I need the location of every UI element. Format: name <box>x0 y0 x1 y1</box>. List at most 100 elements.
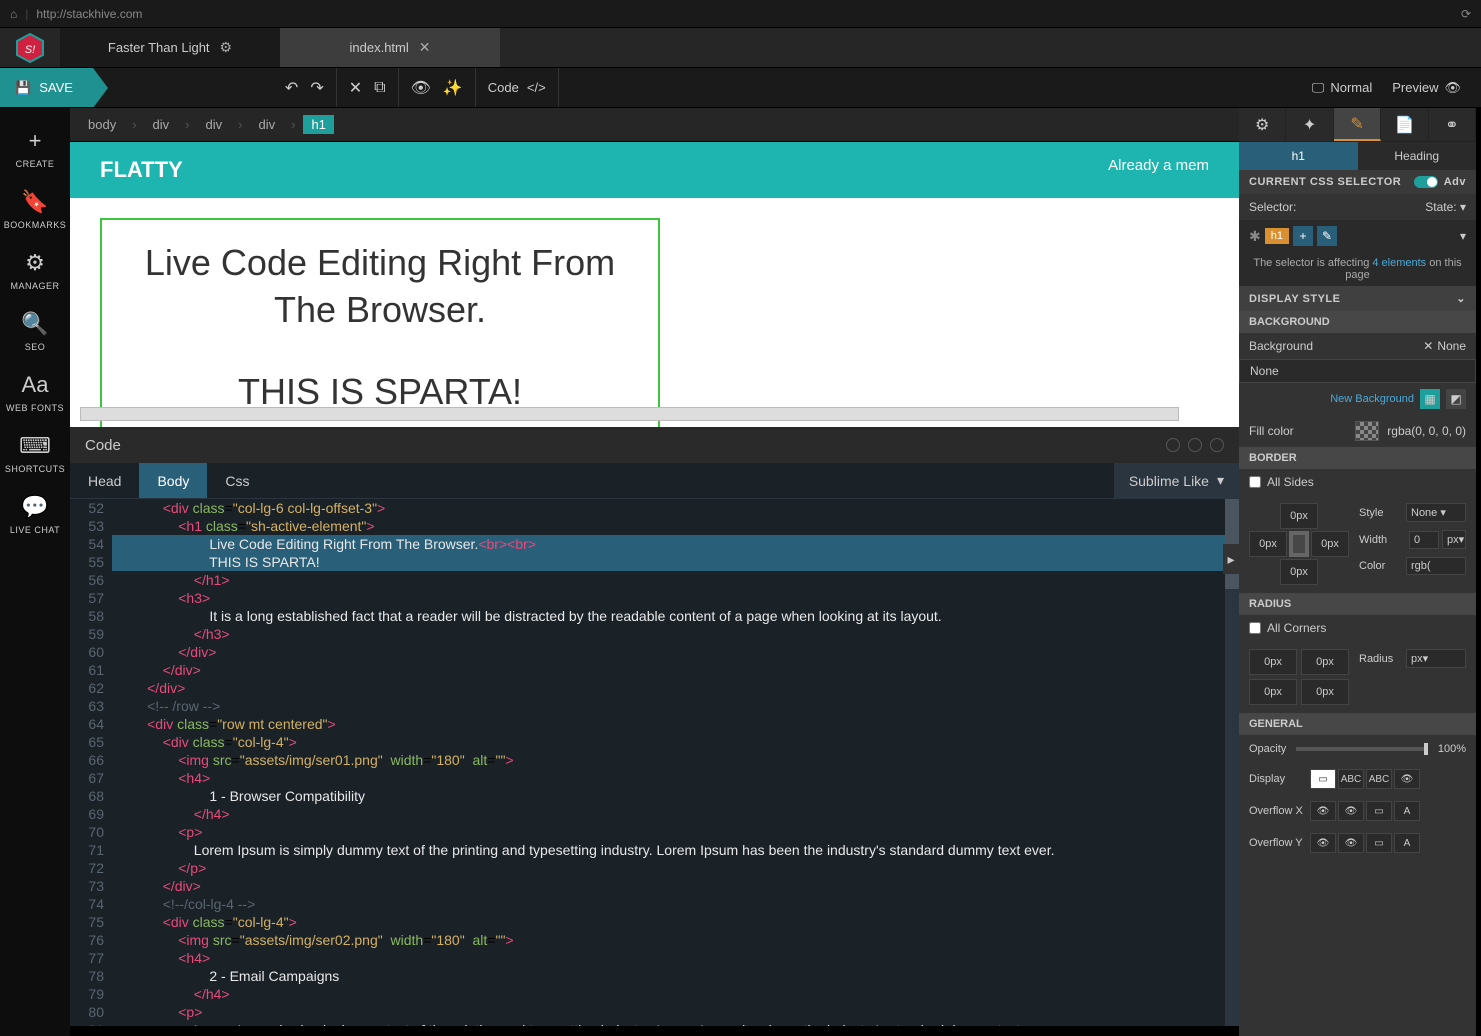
display-opts-opt-1[interactable]: ABC <box>1338 769 1364 789</box>
sidebar-item-web-fonts[interactable]: AaWEB FONTS <box>6 372 64 413</box>
border-bottom[interactable]: 0px <box>1280 559 1318 585</box>
chevron-down-icon[interactable]: ▾ <box>1460 229 1466 243</box>
collapse-arrow-icon[interactable]: ▸ <box>1223 544 1239 574</box>
border-top[interactable]: 0px <box>1280 503 1318 529</box>
border-width-input[interactable]: 0 <box>1409 531 1439 549</box>
adv-toggle[interactable] <box>1414 176 1438 188</box>
bg-mode-2-icon[interactable]: ◩ <box>1446 389 1466 409</box>
sidebar-item-seo[interactable]: 🔍SEO <box>21 311 48 352</box>
star-icon[interactable]: ✱ <box>1249 228 1261 245</box>
code-tabs: HeadBodyCss Sublime Like ▾ <box>70 463 1239 499</box>
sidebar-item-shortcuts[interactable]: ⌨SHORTCUTS <box>5 433 65 474</box>
border-right[interactable]: 0px <box>1311 531 1349 557</box>
selector-chip[interactable]: h1 <box>1265 228 1289 244</box>
all-sides-checkbox[interactable]: All Sides <box>1239 469 1476 495</box>
all-corners-checkbox[interactable]: All Corners <box>1239 615 1476 641</box>
file-tab[interactable]: index.html ✕ <box>280 28 500 67</box>
overflowx-opts-opt-3[interactable]: A <box>1394 801 1420 821</box>
project-tab[interactable]: Faster Than Light ⚙ <box>60 28 280 67</box>
code-editor[interactable]: 5253545556575859606162636465666768697071… <box>70 499 1239 1026</box>
color-swatch[interactable] <box>1355 421 1379 441</box>
sidebar-item-live-chat[interactable]: 💬LIVE CHAT <box>10 494 60 535</box>
copy-icon[interactable]: ⧉ <box>374 79 385 97</box>
border-center[interactable] <box>1289 531 1309 557</box>
affected-elements-link[interactable]: 4 elements <box>1372 257 1426 269</box>
close-pane-icon[interactable] <box>1210 438 1224 452</box>
radius-br[interactable]: 0px <box>1301 679 1349 705</box>
maximize-icon[interactable] <box>1188 438 1202 452</box>
radius-bl[interactable]: 0px <box>1249 679 1297 705</box>
breadcrumb-body[interactable]: body <box>80 115 124 134</box>
radius-corner-selector[interactable]: 0px 0px 0px 0px <box>1249 649 1349 705</box>
code-tab-css[interactable]: Css <box>207 463 267 498</box>
tabs-row: S! Faster Than Light ⚙ index.html ✕ <box>0 28 1481 68</box>
delete-icon[interactable]: ✕ <box>349 78 362 98</box>
sidebar-item-bookmarks[interactable]: 🔖BOOKMARKS <box>4 189 67 230</box>
edit-selector-button[interactable]: ✎ <box>1317 226 1337 246</box>
selected-h1-element[interactable]: Live Code Editing Right From The Browser… <box>100 218 660 427</box>
radius-unit[interactable]: px▾ <box>1406 649 1466 668</box>
overflowy-opts-opt-2[interactable]: ▭ <box>1366 833 1392 853</box>
code-scrollbar[interactable] <box>1225 499 1239 1026</box>
normal-mode-button[interactable]: 🖵 Normal <box>1312 80 1372 96</box>
breadcrumb-div[interactable]: div <box>145 115 178 134</box>
overflowx-opts-opt-0[interactable]: 👁 <box>1310 801 1336 821</box>
undo-icon[interactable]: ↶ <box>285 78 298 98</box>
settings-tab-icon[interactable]: ⚙ <box>1239 108 1286 141</box>
border-left[interactable]: 0px <box>1249 531 1287 557</box>
background-none-button[interactable]: ✕None <box>1423 339 1466 353</box>
url-text[interactable]: http://stackhive.com <box>36 7 1461 21</box>
display-style-header[interactable]: DISPLAY STYLE ⌄ <box>1239 286 1476 311</box>
overflowy-opts-opt-1[interactable]: 👁 <box>1338 833 1364 853</box>
redo-icon[interactable]: ↷ <box>310 78 323 98</box>
logo-tab[interactable]: S! <box>0 28 60 67</box>
new-background-link[interactable]: New Background <box>1330 393 1414 405</box>
preview-scrollbar[interactable] <box>80 407 1179 421</box>
puzzle-tab-icon[interactable]: ✦ <box>1286 108 1333 141</box>
preview-mode-button[interactable]: Preview 👁 <box>1392 80 1461 96</box>
code-tab-body[interactable]: Body <box>139 463 207 498</box>
minimize-icon[interactable] <box>1166 438 1180 452</box>
home-icon[interactable]: ⌂ <box>10 7 17 21</box>
link-tab-icon[interactable]: ⚭ <box>1429 108 1476 141</box>
eye-icon[interactable]: 👁 <box>411 78 431 98</box>
wand-icon[interactable]: ✨ <box>443 78 463 98</box>
code-content[interactable]: <div class="col-lg-6 col-lg-offset-3"> <… <box>112 499 1239 1026</box>
radius-tr[interactable]: 0px <box>1301 649 1349 675</box>
background-value[interactable]: None <box>1239 359 1476 383</box>
add-selector-button[interactable]: + <box>1293 226 1313 246</box>
display-opts-opt-3[interactable]: 👁 <box>1394 769 1420 789</box>
right-inspector-panel: ⚙ ✦ ✎ 📄 ⚭ h1 Heading CURRENT CSS SELECTO… <box>1239 108 1476 1036</box>
border-side-selector[interactable]: 0px 0px 0px 0px <box>1249 503 1349 585</box>
close-icon[interactable]: ✕ <box>419 39 431 56</box>
overflowx-opts-opt-1[interactable]: 👁 <box>1338 801 1364 821</box>
sidebar-item-create[interactable]: +CREATE <box>16 128 55 169</box>
overflowx-opts-opt-2[interactable]: ▭ <box>1366 801 1392 821</box>
refresh-icon[interactable]: ⟳ <box>1461 7 1471 21</box>
save-button[interactable]: 💾 SAVE <box>0 68 93 107</box>
code-toggle[interactable]: Code </> <box>476 68 559 107</box>
radius-tl[interactable]: 0px <box>1249 649 1297 675</box>
element-type-tab[interactable]: Heading <box>1358 142 1477 170</box>
opacity-slider[interactable] <box>1296 747 1428 751</box>
code-theme-selector[interactable]: Sublime Like ▾ <box>1114 463 1239 498</box>
element-tag-tab[interactable]: h1 <box>1239 142 1358 170</box>
border-width-unit[interactable]: px▾ <box>1442 530 1466 549</box>
breadcrumb-div[interactable]: div <box>250 115 283 134</box>
code-tab-head[interactable]: Head <box>70 463 139 498</box>
overflowy-opts-opt-3[interactable]: A <box>1394 833 1420 853</box>
border-style-select[interactable]: None ▾ <box>1406 503 1466 522</box>
page-tab-icon[interactable]: 📄 <box>1381 108 1428 141</box>
brush-tab-icon[interactable]: ✎ <box>1334 108 1381 141</box>
gear-icon[interactable]: ⚙ <box>220 39 233 56</box>
breadcrumb-h1[interactable]: h1 <box>303 115 333 134</box>
breadcrumb-div[interactable]: div <box>198 115 231 134</box>
sidebar-label: WEB FONTS <box>6 403 64 413</box>
display-opts-opt-2[interactable]: ABC <box>1366 769 1392 789</box>
overflowy-opts-opt-0[interactable]: 👁 <box>1310 833 1336 853</box>
chevron-down-icon[interactable]: ▾ <box>1460 200 1466 214</box>
display-opts-opt-0[interactable]: ▭ <box>1310 769 1336 789</box>
bg-mode-1-icon[interactable]: ▦ <box>1420 389 1440 409</box>
border-color-input[interactable]: rgb( <box>1406 557 1466 575</box>
sidebar-item-manager[interactable]: ⚙MANAGER <box>10 250 59 291</box>
